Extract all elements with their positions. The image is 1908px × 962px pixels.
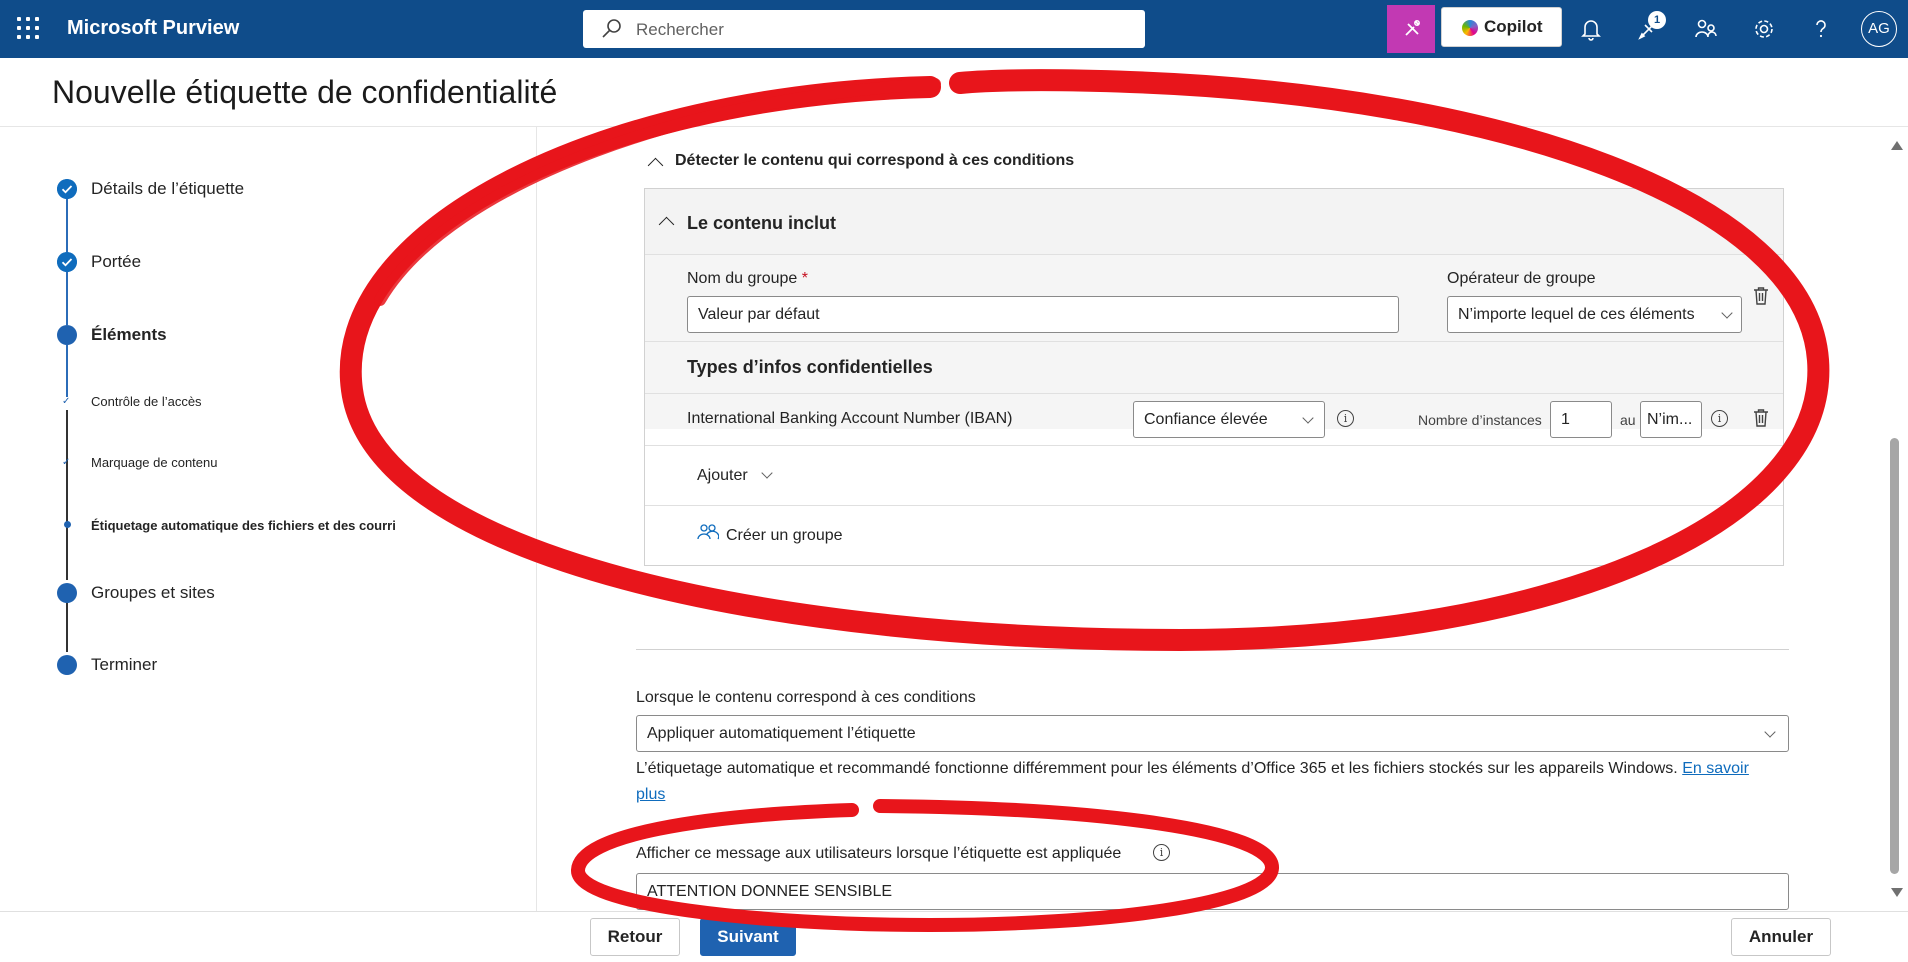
substep-current-dot [64,521,71,528]
step-todo-dot [57,655,77,675]
step-label-details[interactable]: Détails de l’étiquette [91,179,244,199]
chevron-up-icon [658,216,675,233]
chevron-down-icon [1764,726,1776,738]
instances-min-input[interactable]: 1 [1550,401,1612,438]
substep-check-icon: ✓ [62,457,71,468]
conditions-box: Le contenu inclut Nom du groupe * Valeur… [644,188,1784,566]
content-includes-title: Le contenu inclut [687,213,837,233]
footer-divider [0,911,1908,912]
substep-check-icon: ✓ [62,396,71,407]
help-icon[interactable] [1804,12,1838,46]
delete-sit-trash-icon[interactable] [1752,408,1770,428]
delete-group-trash-icon[interactable] [1752,286,1770,306]
step-done-check-icon [57,252,77,272]
info-icon[interactable]: i [1711,410,1728,427]
instances-max-input[interactable]: N’im... [1640,401,1702,438]
sit-name: International Banking Account Number (IB… [687,410,1013,427]
create-group-label: Créer un groupe [726,527,843,544]
step-label-groups-sites[interactable]: Groupes et sites [91,583,215,603]
copilot-button[interactable]: Copilot [1441,7,1562,47]
back-button[interactable]: Retour [590,918,680,956]
info-icon[interactable]: i [1153,844,1170,861]
scroll-down-arrow-icon[interactable] [1891,888,1903,897]
gear-icon[interactable] [1747,12,1781,46]
sparkle-icon [1405,20,1420,36]
group-name-input[interactable]: Valeur par défaut [687,296,1399,333]
people-group-icon [697,524,719,540]
substep-access-control[interactable]: Contrôle de l’accès [91,394,202,409]
substep-auto-labeling[interactable]: Étiquetage automatique des fichiers et d… [91,518,411,533]
section-divider [636,649,1789,650]
chevron-down-icon [1721,307,1733,319]
step-label-items[interactable]: Éléments [91,325,167,345]
next-button[interactable]: Suivant [700,918,796,956]
scrollbar-thumb[interactable] [1890,438,1899,874]
types-title: Types d’infos confidentielles [687,357,933,377]
share-network-icon[interactable] [1689,12,1723,46]
scroll-up-arrow-icon[interactable] [1891,141,1903,150]
step-done-check-icon [57,179,77,199]
group-name-label: Nom du groupe * [687,270,808,287]
bell-icon[interactable] [1574,12,1608,46]
stepper-divider [536,127,537,911]
search-input[interactable]: Rechercher [583,10,1145,48]
top-bar: Microsoft Purview Rechercher Copilot 1 A… [0,0,1908,58]
app-name[interactable]: Microsoft Purview [67,17,239,40]
detect-heading: Détecter le contenu qui correspond à ces… [675,152,1075,169]
info-icon[interactable]: i [1337,410,1354,427]
search-icon [602,19,621,38]
instances-to-label: au [1620,412,1636,428]
step-label-scope[interactable]: Portée [91,252,141,272]
user-message-label: Afficher ce message aux utilisateurs lor… [636,845,1122,862]
cancel-button[interactable]: Annuler [1731,918,1831,956]
content-includes-header[interactable]: Le contenu inclut [645,189,1783,255]
avatar[interactable]: AG [1861,11,1897,47]
confidence-dropdown[interactable]: Confiance élevée [1133,401,1325,438]
group-operator-dropdown[interactable]: N’importe lequel de ces éléments [1447,296,1742,333]
page-title: Nouvelle étiquette de confidentialité [52,74,558,110]
copilot-label: Copilot [1484,17,1543,36]
chevron-down-icon [1302,412,1314,424]
copilot-logo-icon [1462,20,1478,36]
when-content-matches-label: Lorsque le contenu correspond à ces cond… [636,689,976,706]
group-operator-label: Opérateur de groupe [1447,270,1596,287]
step-todo-dot [57,583,77,603]
search-placeholder: Rechercher [636,20,724,39]
chevron-up-icon [647,157,664,174]
apply-label-dropdown[interactable]: Appliquer automatiquement l’étiquette [636,715,1789,752]
auto-labeling-description: L’étiquetage automatique et recommandé f… [636,760,1749,803]
user-message-input[interactable]: ATTENTION DONNEE SENSIBLE [636,873,1789,910]
add-label: Ajouter [697,467,748,484]
step-current-dot [57,325,77,345]
substep-content-marking[interactable]: Marquage de contenu [91,455,217,470]
copilot-agent-button[interactable] [1387,5,1435,53]
chevron-down-icon [761,467,773,479]
step-label-finish[interactable]: Terminer [91,655,157,675]
notification-count-badge: 1 [1648,11,1666,29]
app-launcher-icon[interactable] [17,17,39,39]
header-divider [0,126,1908,127]
instances-label: Nombre d’instances [1418,412,1542,428]
